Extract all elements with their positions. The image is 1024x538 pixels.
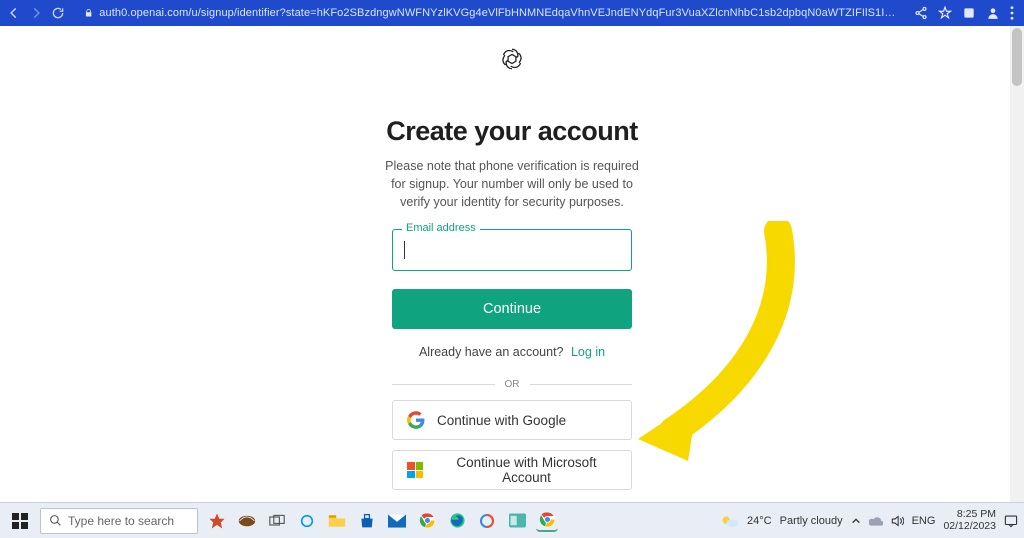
onedrive-icon[interactable] <box>869 516 883 526</box>
forward-button[interactable] <box>28 5 44 21</box>
mail-icon[interactable] <box>386 510 408 532</box>
divider-text: OR <box>505 379 520 390</box>
chevron-up-icon[interactable] <box>851 516 861 526</box>
address-bar[interactable]: auth0.openai.com/u/signup/identifier?sta… <box>78 3 902 23</box>
taskbar-search[interactable]: Type here to search <box>40 508 198 534</box>
email-label: Email address <box>402 222 480 234</box>
extension-icon[interactable] <box>962 6 976 20</box>
back-button[interactable] <box>6 5 22 21</box>
app-icon[interactable] <box>206 510 228 532</box>
continue-google-button[interactable]: Continue with Google <box>392 400 632 440</box>
weather-temp[interactable]: 24°C <box>747 515 772 527</box>
email-field-wrap: Email address <box>392 229 632 271</box>
text-caret <box>404 241 405 259</box>
language-indicator[interactable]: ENG <box>912 515 936 527</box>
start-button[interactable] <box>0 503 40 538</box>
menu-icon[interactable] <box>1010 6 1014 20</box>
search-placeholder: Type here to search <box>68 514 174 528</box>
microsoft-icon <box>407 461 424 479</box>
clock-date: 02/12/2023 <box>943 521 996 533</box>
star-icon[interactable] <box>938 6 952 20</box>
app-icon[interactable] <box>236 510 258 532</box>
continue-microsoft-button[interactable]: Continue with Microsoft Account <box>392 450 632 490</box>
page-title: Create your account <box>386 116 638 147</box>
login-link[interactable]: Log in <box>571 345 605 359</box>
weather-icon[interactable] <box>721 514 739 528</box>
url-text: auth0.openai.com/u/signup/identifier?sta… <box>99 7 896 19</box>
edge-icon[interactable] <box>446 510 468 532</box>
clock-time: 8:25 PM <box>943 509 996 521</box>
app-icon[interactable] <box>506 510 528 532</box>
openai-logo <box>499 46 525 72</box>
profile-icon[interactable] <box>986 6 1000 20</box>
browser-toolbar: auth0.openai.com/u/signup/identifier?sta… <box>0 0 1024 26</box>
page-viewport: Create your account Please note that pho… <box>0 26 1024 502</box>
google-icon <box>407 411 425 429</box>
page-subtitle: Please note that phone verification is r… <box>377 157 647 211</box>
share-icon[interactable] <box>914 6 928 20</box>
notifications-icon[interactable] <box>1004 514 1018 528</box>
search-icon <box>49 514 62 527</box>
cortana-icon[interactable] <box>296 510 318 532</box>
windows-taskbar: Type here to search 24°C Partly cloudy E… <box>0 502 1024 538</box>
task-view-icon[interactable] <box>266 510 288 532</box>
chrome-icon[interactable] <box>416 510 438 532</box>
login-prompt: Already have an account? Log in <box>392 345 632 359</box>
clock[interactable]: 8:25 PM 02/12/2023 <box>943 509 996 532</box>
continue-button[interactable]: Continue <box>392 289 632 329</box>
volume-icon[interactable] <box>891 515 904 527</box>
email-field[interactable] <box>392 229 632 271</box>
google-label: Continue with Google <box>437 413 566 428</box>
or-divider: OR <box>392 379 632 390</box>
system-tray: 24°C Partly cloudy ENG 8:25 PM 02/12/202… <box>721 509 1024 532</box>
microsoft-label: Continue with Microsoft Account <box>436 455 617 485</box>
already-text: Already have an account? <box>419 345 564 359</box>
chrome-active-icon[interactable] <box>536 510 558 532</box>
weather-desc[interactable]: Partly cloudy <box>780 515 843 527</box>
lock-icon <box>84 8 93 18</box>
reload-button[interactable] <box>50 5 66 21</box>
explorer-icon[interactable] <box>326 510 348 532</box>
store-icon[interactable] <box>356 510 378 532</box>
app-icon[interactable] <box>476 510 498 532</box>
taskbar-pinned <box>206 510 558 532</box>
